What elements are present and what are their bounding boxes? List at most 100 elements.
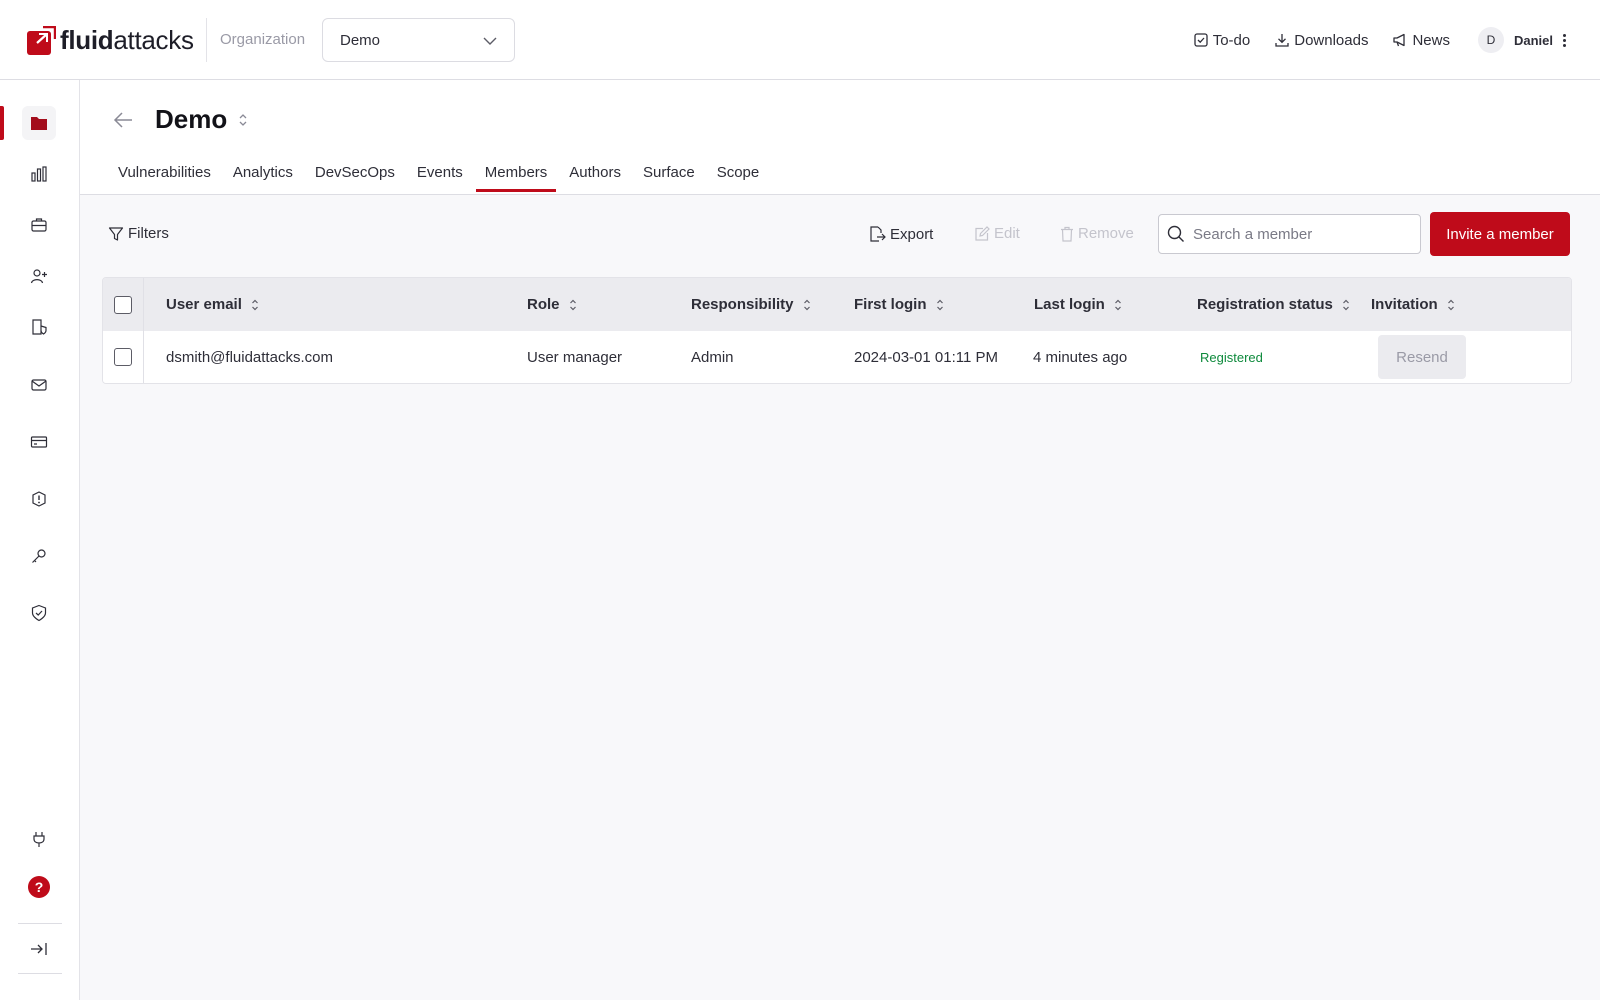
column-header-user-email[interactable]: User email (166, 278, 259, 331)
status-badge: Registered (1200, 349, 1263, 365)
sort-icon[interactable] (1114, 298, 1122, 312)
top-bar: fluidattacks Organization Demo To-do Dow… (0, 0, 1600, 80)
edit-label: Edit (994, 225, 1020, 242)
table-header: User email Role Responsibility First log… (103, 278, 1571, 331)
column-header-last-login[interactable]: Last login (1034, 278, 1122, 331)
megaphone-icon (1393, 33, 1406, 47)
tab-surface[interactable]: Surface (634, 164, 704, 191)
tab-analytics[interactable]: Analytics (224, 164, 302, 191)
credit-card-icon[interactable] (22, 425, 56, 459)
column-label: Role (527, 296, 560, 313)
chevron-down-icon (483, 37, 497, 45)
checkbox-icon (1194, 33, 1208, 47)
organization-label: Organization (220, 31, 306, 48)
analytics-icon[interactable] (22, 157, 56, 191)
invite-member-button[interactable]: Invite a member (1430, 212, 1570, 256)
back-arrow-icon[interactable] (112, 110, 134, 130)
news-link[interactable]: News (1392, 32, 1450, 49)
edit-icon (975, 225, 990, 241)
page-title: Demo (155, 104, 228, 134)
switch-group-icon[interactable] (238, 112, 248, 128)
downloads-link[interactable]: Downloads (1274, 32, 1368, 49)
column-label: Responsibility (691, 296, 794, 313)
sort-icon[interactable] (1342, 298, 1350, 312)
briefcase-icon[interactable] (22, 208, 56, 242)
column-header-registration-status[interactable]: Registration status (1197, 278, 1350, 331)
remove-button[interactable]: Remove (1060, 225, 1134, 242)
tab-devsecops[interactable]: DevSecOps (306, 164, 404, 191)
column-header-first-login[interactable]: First login (854, 278, 944, 331)
tab-events[interactable]: Events (408, 164, 472, 191)
tab-authors[interactable]: Authors (560, 164, 630, 191)
todo-link[interactable]: To-do (1193, 31, 1251, 49)
mail-icon[interactable] (22, 368, 56, 402)
tab-members[interactable]: Members (475, 164, 557, 192)
edit-button[interactable]: Edit (974, 225, 1020, 242)
download-icon (1275, 34, 1289, 47)
row-select-cell (103, 331, 144, 383)
add-user-icon[interactable] (22, 259, 56, 293)
key-icon[interactable] (22, 539, 56, 573)
billing-shield-icon[interactable] (22, 310, 56, 344)
organization-select[interactable]: Demo (322, 18, 515, 62)
sort-icon[interactable] (936, 298, 944, 312)
column-header-responsibility[interactable]: Responsibility (691, 278, 811, 331)
tab-vulnerabilities[interactable]: Vulnerabilities (109, 164, 220, 191)
column-label: User email (166, 296, 242, 313)
plug-icon[interactable] (22, 822, 56, 856)
search-icon (1167, 225, 1184, 242)
export-file-icon (870, 226, 886, 242)
filters-button[interactable]: Filters (108, 225, 169, 242)
row-select-checkbox[interactable] (114, 348, 132, 366)
column-label: First login (854, 296, 927, 313)
resend-invitation-button[interactable]: Resend (1378, 335, 1466, 379)
fluidattacks-logo[interactable]: fluidattacks (26, 24, 194, 56)
more-options-icon[interactable] (1563, 33, 1566, 47)
members-table: User email Role Responsibility First log… (102, 277, 1572, 384)
registration-status-cell: Registered (1197, 331, 1263, 383)
expand-sidebar-icon[interactable] (22, 932, 56, 966)
user-menu[interactable]: D Daniel (1477, 27, 1566, 53)
folder-icon[interactable] (22, 106, 56, 140)
sidebar: ? (0, 80, 80, 1000)
invitation-cell: Resend (1371, 331, 1466, 383)
trash-icon (1061, 226, 1073, 242)
todo-label: To-do (1212, 31, 1251, 49)
member-search-input[interactable] (1193, 225, 1403, 243)
column-header-role[interactable]: Role (527, 278, 577, 331)
top-navigation: To-do Downloads News D Daniel (1193, 0, 1600, 80)
sort-icon[interactable] (803, 298, 811, 312)
export-label: Export (890, 225, 934, 243)
shield-check-icon[interactable] (22, 596, 56, 630)
alert-icon[interactable] (22, 482, 56, 516)
member-role: User manager (527, 348, 623, 366)
user-name: Daniel (1513, 32, 1553, 48)
member-responsibility: Admin (691, 348, 734, 366)
title-area: Demo Vulnerabilities Analytics DevSecOps Ev… (80, 80, 1600, 195)
column-label: Last login (1034, 296, 1105, 313)
sidebar-active-indicator (0, 106, 4, 140)
group-tabs: Vulnerabilities Analytics DevSecOps Events M… (109, 164, 772, 192)
header-divider (206, 18, 207, 62)
sort-icon[interactable] (1447, 298, 1455, 312)
column-label: Registration status (1197, 296, 1333, 313)
export-button[interactable]: Export (868, 225, 933, 243)
downloads-label: Downloads (1294, 31, 1369, 49)
member-email: dsmith@fluidattacks.com (166, 348, 333, 366)
column-label: Invitation (1371, 296, 1438, 313)
main-content: Demo Vulnerabilities Analytics DevSecOps Ev… (80, 80, 1600, 1000)
sort-icon[interactable] (569, 298, 577, 312)
select-all-cell (103, 278, 144, 331)
sort-icon[interactable] (251, 298, 259, 312)
filters-label: Filters (128, 225, 169, 242)
sidebar-divider (18, 923, 62, 924)
member-search-box[interactable] (1158, 214, 1421, 254)
help-icon[interactable]: ? (22, 870, 56, 904)
select-all-checkbox[interactable] (114, 295, 132, 314)
remove-label: Remove (1078, 225, 1134, 242)
member-last-login: 4 minutes ago (1033, 348, 1128, 366)
tab-scope[interactable]: Scope (708, 164, 769, 191)
table-row[interactable]: dsmith@fluidattacks.com User manager Adm… (103, 331, 1571, 383)
column-header-invitation[interactable]: Invitation (1371, 278, 1455, 331)
organization-select-value: Demo (340, 31, 381, 49)
